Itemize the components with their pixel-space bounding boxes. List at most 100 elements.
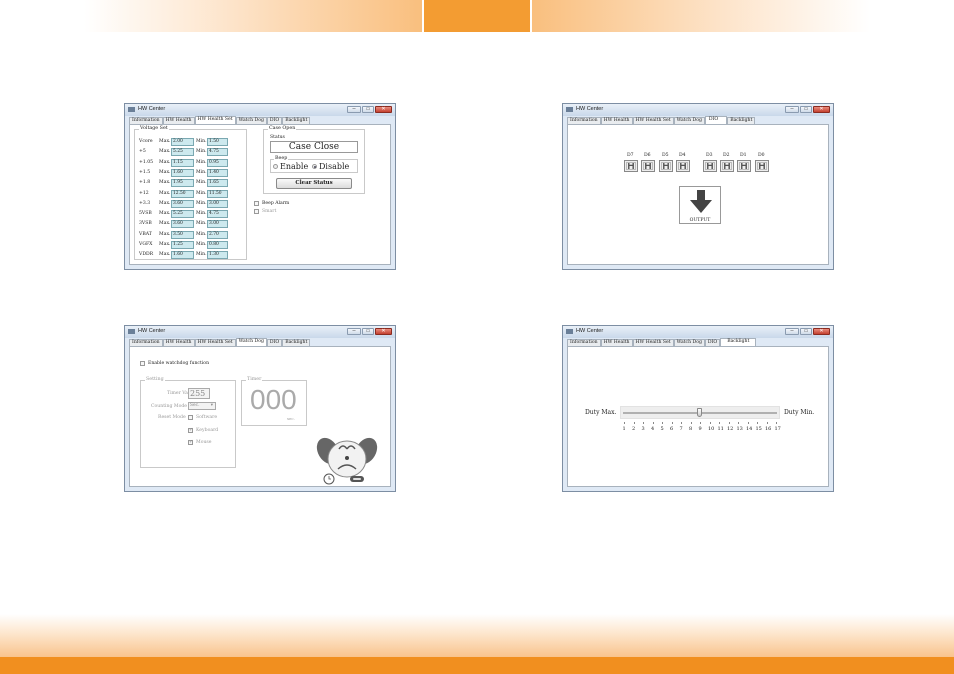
tab-backlight[interactable]: Backlight <box>720 338 757 346</box>
tab-hw-health[interactable]: HW Health <box>162 339 195 346</box>
max-input[interactable]: 1.60 <box>171 168 194 177</box>
tab-dio[interactable]: DIO <box>704 116 728 124</box>
max-label: Max. <box>159 139 171 144</box>
timer-value-input[interactable]: 255 <box>188 388 210 399</box>
tab-information[interactable]: Information <box>129 117 163 124</box>
tab-hw-health-set[interactable]: HW Health Set <box>194 116 236 124</box>
output-label: OUTPUT <box>689 218 711 223</box>
dio-bit-toggle[interactable]: H <box>641 160 655 172</box>
close-button[interactable]: ✕ <box>813 106 830 113</box>
smart-checkbox[interactable] <box>254 209 259 214</box>
tab-dio[interactable]: DIO <box>266 117 283 124</box>
clear-status-button[interactable]: Clear Status <box>276 178 352 189</box>
minimize-button[interactable]: ─ <box>347 106 361 113</box>
min-input[interactable]: 3.00 <box>207 220 228 229</box>
minimize-button[interactable]: ─ <box>785 328 799 335</box>
tab-backlight[interactable]: Backlight <box>282 117 311 124</box>
beep-alarm-checkbox[interactable] <box>254 201 259 206</box>
tab-hw-health-set[interactable]: HW Health Set <box>194 339 236 346</box>
tab-information[interactable]: Information <box>567 339 601 346</box>
max-input[interactable]: 3.60 <box>171 199 194 208</box>
tab-watch-dog[interactable]: Watch Dog <box>235 338 267 346</box>
min-input[interactable]: 4.75 <box>207 210 228 219</box>
voltage-name: VDDR <box>139 252 154 258</box>
app-icon <box>128 107 135 112</box>
group-title: Beep <box>274 156 289 161</box>
min-input[interactable]: 0.95 <box>207 158 228 167</box>
slider-thumb[interactable] <box>697 408 702 417</box>
output-button[interactable]: OUTPUT <box>679 186 721 224</box>
max-label: Max. <box>159 200 171 206</box>
dio-bit-toggle[interactable]: H <box>659 160 673 172</box>
tab-hw-health[interactable]: HW Health <box>162 117 195 124</box>
max-input[interactable]: 1.60 <box>171 251 194 260</box>
tab-backlight[interactable]: Backlight <box>727 117 756 124</box>
min-input[interactable]: 1.50 <box>207 138 228 146</box>
maximize-button[interactable]: ▭ <box>362 328 374 335</box>
close-button[interactable]: ✕ <box>813 328 830 335</box>
min-input[interactable]: 1.65 <box>207 179 228 188</box>
keyboard-checkbox[interactable]: ✓ <box>188 428 193 433</box>
tab-dio[interactable]: DIO <box>266 339 283 346</box>
dio-bit-toggle[interactable]: H <box>755 160 769 172</box>
min-input[interactable]: 4.75 <box>207 148 228 157</box>
beep-group: Beep Enable Disable <box>270 156 358 173</box>
max-input[interactable]: 5.25 <box>171 210 194 219</box>
max-input[interactable]: 2.00 <box>171 138 194 146</box>
mouse-checkbox[interactable]: ✓ <box>188 440 193 445</box>
min-input[interactable]: 2.70 <box>207 230 228 239</box>
min-input[interactable]: 3.00 <box>207 199 228 208</box>
tab-watch-dog[interactable]: Watch Dog <box>673 339 705 346</box>
max-label: Max. <box>159 169 171 175</box>
slider-tick-label: 9 <box>698 426 702 432</box>
max-input[interactable]: 1.15 <box>171 158 194 167</box>
max-input[interactable]: 3.60 <box>171 220 194 229</box>
tab-hw-health-set[interactable]: HW Health Set <box>632 339 674 346</box>
min-input[interactable]: 1.40 <box>207 168 228 177</box>
dio-bit-toggle[interactable]: H <box>676 160 690 172</box>
enable-watchdog-checkbox[interactable] <box>140 361 145 366</box>
max-input[interactable]: 1.25 <box>171 241 194 249</box>
dio-bit-toggle[interactable]: H <box>624 160 638 172</box>
maximize-button[interactable]: ▭ <box>800 106 812 113</box>
dio-bit-label: D0 <box>758 153 765 158</box>
tab-hw-health-set[interactable]: HW Health Set <box>632 117 674 124</box>
max-input[interactable]: 5.25 <box>171 148 194 157</box>
window-title: HW Center <box>576 328 604 334</box>
tab-information[interactable]: Information <box>567 117 601 124</box>
maximize-button[interactable]: ▭ <box>800 328 812 335</box>
software-checkbox[interactable] <box>188 415 193 420</box>
app-icon <box>566 107 573 112</box>
slider-ticks: 1 2 3 4 5 6 7 8 9 10 11 12 13 14 15 16 17 <box>623 422 781 434</box>
minimize-button[interactable]: ─ <box>785 106 799 113</box>
tab-dio[interactable]: DIO <box>704 339 721 346</box>
tab-hw-health[interactable]: HW Health <box>600 339 633 346</box>
dio-bit-toggle[interactable]: H <box>737 160 751 172</box>
tab-backlight[interactable]: Backlight <box>282 339 311 346</box>
maximize-button[interactable]: ▭ <box>362 106 374 113</box>
tab-information[interactable]: Information <box>129 339 163 346</box>
dio-bit-toggle[interactable]: H <box>720 160 734 172</box>
max-label: Max. <box>159 252 171 258</box>
min-input[interactable]: 1.30 <box>207 251 228 260</box>
close-button[interactable]: ✕ <box>375 106 392 113</box>
min-label: Min. <box>196 190 207 196</box>
tab-watch-dog[interactable]: Watch Dog <box>235 117 267 124</box>
dio-bit-toggle[interactable]: H <box>703 160 717 172</box>
max-input[interactable]: 3.50 <box>171 230 194 239</box>
min-input[interactable]: 11.50 <box>207 189 228 198</box>
disable-radio[interactable] <box>312 164 317 169</box>
header-gradient-right <box>532 0 870 32</box>
minimize-button[interactable]: ─ <box>347 328 361 335</box>
tab-watch-dog[interactable]: Watch Dog <box>673 117 705 124</box>
min-label: Min. <box>196 211 207 217</box>
counting-mode-select[interactable]: Sec. ▾ <box>188 402 216 410</box>
backlight-slider[interactable] <box>620 406 780 419</box>
tab-hw-health[interactable]: HW Health <box>600 117 633 124</box>
enable-radio[interactable] <box>273 164 278 169</box>
min-input[interactable]: 0.80 <box>207 241 228 249</box>
max-input[interactable]: 12.50 <box>171 189 194 198</box>
max-input[interactable]: 1.95 <box>171 179 194 188</box>
watchdog-mascot-icon <box>316 437 378 485</box>
close-button[interactable]: ✕ <box>375 328 392 335</box>
